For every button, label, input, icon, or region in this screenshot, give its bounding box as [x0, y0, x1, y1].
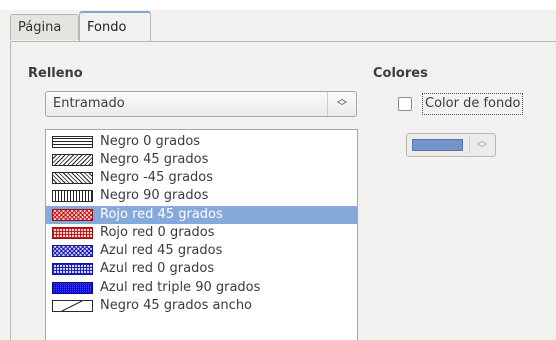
- colors-section-title: Colores: [373, 66, 428, 81]
- list-item-label: Azul red 45 grados: [100, 243, 223, 258]
- fill-section-title: Relleno: [28, 66, 83, 81]
- list-item-label: Azul red 0 grados: [100, 261, 215, 276]
- tab-pagina[interactable]: Página: [10, 14, 79, 40]
- list-item[interactable]: Negro 45 grados ancho: [46, 297, 357, 315]
- list-item-label: Negro -45 grados: [100, 170, 214, 185]
- fill-type-value: Entramado: [53, 96, 125, 111]
- list-item-label: Negro 90 grados: [100, 188, 209, 203]
- list-item[interactable]: Negro -45 grados: [46, 169, 357, 187]
- list-item[interactable]: Azul red 0 grados: [46, 260, 357, 278]
- list-item[interactable]: Negro 45 grados: [46, 151, 357, 169]
- picker-divider: [469, 137, 470, 153]
- list-item[interactable]: Negro 0 grados: [46, 133, 357, 151]
- list-item-label: Rojo red 0 grados: [100, 225, 215, 240]
- list-item-label: Negro 0 grados: [100, 134, 201, 149]
- list-item-label: Rojo red 45 grados: [100, 207, 223, 222]
- list-item-label: Azul red triple 90 grados: [100, 280, 261, 295]
- list-item-label: Negro 45 grados ancho: [100, 298, 253, 313]
- hatch-horizontal-icon: [52, 136, 93, 148]
- top-strip: [0, 0, 556, 10]
- background-color-label[interactable]: Color de fondo: [422, 93, 524, 115]
- list-item-label: Negro 45 grados: [100, 152, 209, 167]
- chevron-up-down-icon: ︿ ﹀: [327, 92, 356, 116]
- color-swatch: [412, 139, 463, 151]
- list-item[interactable]: Negro 90 grados: [46, 187, 357, 205]
- hatch-diagonal-45-icon: [52, 154, 93, 166]
- background-color-picker[interactable]: ︿ ﹀: [406, 133, 496, 157]
- list-item[interactable]: Azul red triple 90 grados: [46, 279, 357, 297]
- hatch-blue-crosshatch-45-icon: [52, 245, 93, 257]
- hatch-diagonal-minus45-icon: [52, 172, 93, 184]
- background-color-checkbox[interactable]: [398, 97, 412, 111]
- fill-type-select[interactable]: Entramado ︿ ﹀: [45, 91, 357, 117]
- hatch-wide-45-icon: [52, 300, 93, 312]
- list-item[interactable]: Rojo red 0 grados: [46, 224, 357, 242]
- list-item[interactable]: Azul red 45 grados: [46, 242, 357, 260]
- hatch-blue-grid-icon: [52, 263, 93, 275]
- tab-divider: [10, 41, 556, 42]
- hatch-blue-triple-icon: [52, 282, 93, 294]
- hatch-red-crosshatch-45-icon: [52, 209, 93, 221]
- tab-pane-border: [10, 41, 11, 340]
- chevron-up-down-icon: ︿ ﹀: [477, 136, 487, 155]
- list-item-selected[interactable]: Rojo red 45 grados: [46, 206, 357, 224]
- hatch-list[interactable]: Negro 0 grados Negro 45 grados Negro -45…: [45, 129, 358, 340]
- hatch-red-grid-icon: [52, 227, 93, 239]
- tab-fondo[interactable]: Fondo: [79, 11, 151, 42]
- hatch-vertical-icon: [52, 190, 93, 202]
